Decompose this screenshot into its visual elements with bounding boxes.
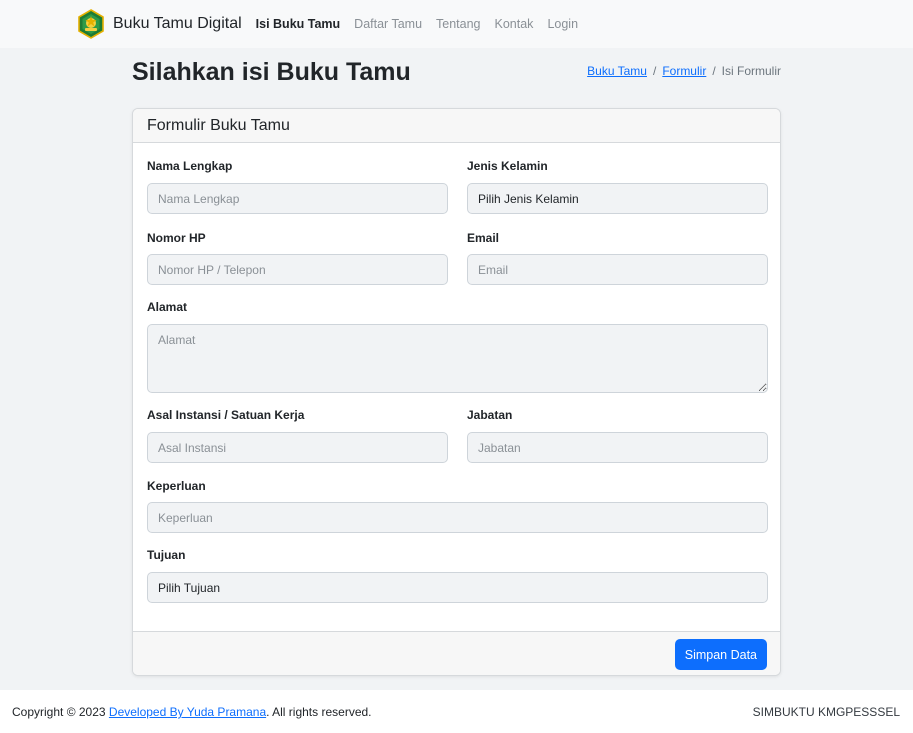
developer-link[interactable]: Developed By Yuda Pramana (109, 705, 266, 719)
page-title-prefix: Silahkan isi (132, 58, 277, 86)
tujuan-select[interactable]: Pilih Tujuan (147, 572, 768, 603)
copyright-suffix: . All rights reserved. (266, 705, 372, 719)
nama-lengkap-input[interactable] (147, 183, 448, 214)
nama-label: Nama Lengkap (147, 159, 233, 173)
ministry-emblem-icon (78, 9, 104, 39)
nav-link-daftar-tamu[interactable]: Daftar Tamu (354, 17, 422, 31)
page-title-bold: Buku Tamu (276, 58, 411, 86)
nav-link-kontak[interactable]: Kontak (495, 17, 534, 31)
instansi-label: Asal Instansi / Satuan Kerja (147, 408, 305, 422)
app-code-text: SIMBUKTU KMGPESSSEL (752, 705, 900, 719)
keperluan-input[interactable] (147, 502, 768, 533)
navbar: Buku Tamu Digital Isi Buku Tamu Daftar T… (0, 0, 913, 48)
nav-links: Isi Buku Tamu Daftar Tamu Tentang Kontak… (256, 17, 592, 31)
breadcrumb-buku-tamu[interactable]: Buku Tamu (587, 64, 647, 78)
form-card-footer: Simpan Data (133, 631, 780, 675)
asal-instansi-input[interactable] (147, 432, 448, 463)
nav-link-login[interactable]: Login (547, 17, 578, 31)
email-input[interactable] (467, 254, 768, 285)
form-card-header: Formulir Buku Tamu (133, 109, 780, 143)
simpan-data-button[interactable]: Simpan Data (674, 639, 767, 670)
jabatan-label: Jabatan (467, 408, 513, 422)
jenis-kelamin-select[interactable]: Pilih Jenis Kelamin (467, 183, 768, 214)
copyright-prefix: Copyright © 2023 (12, 705, 109, 719)
copyright-text: Copyright © 2023 Developed By Yuda Prama… (12, 705, 372, 719)
brand-title: Buku Tamu Digital (113, 15, 242, 32)
nav-link-isi-buku-tamu[interactable]: Isi Buku Tamu (256, 17, 341, 31)
breadcrumb-current: Isi Formulir (721, 64, 781, 78)
breadcrumb-separator: / (712, 64, 716, 78)
page-footer: Copyright © 2023 Developed By Yuda Prama… (0, 690, 913, 733)
page-title: Silahkan isi Buku Tamu (132, 58, 411, 87)
jabatan-input[interactable] (467, 432, 768, 463)
email-label: Email (467, 231, 500, 245)
breadcrumb-separator: / (652, 64, 657, 78)
jenis-kelamin-label: Jenis Kelamin (467, 159, 548, 173)
keperluan-label: Keperluan (147, 479, 206, 493)
brand[interactable]: Buku Tamu Digital (76, 9, 242, 39)
nomor-hp-label: Nomor HP (147, 231, 206, 245)
alamat-label: Alamat (147, 300, 188, 314)
nav-link-tentang[interactable]: Tentang (436, 17, 480, 31)
alamat-textarea[interactable] (147, 324, 768, 393)
breadcrumb: Buku Tamu / Formulir / Isi Formulir (587, 64, 781, 78)
breadcrumb-formulir[interactable]: Formulir (662, 64, 706, 78)
guestbook-form-card: Formulir Buku Tamu Nama Lengkap Jenis Ke… (132, 108, 781, 676)
nomor-hp-input[interactable] (147, 254, 448, 285)
tujuan-label: Tujuan (147, 548, 186, 562)
